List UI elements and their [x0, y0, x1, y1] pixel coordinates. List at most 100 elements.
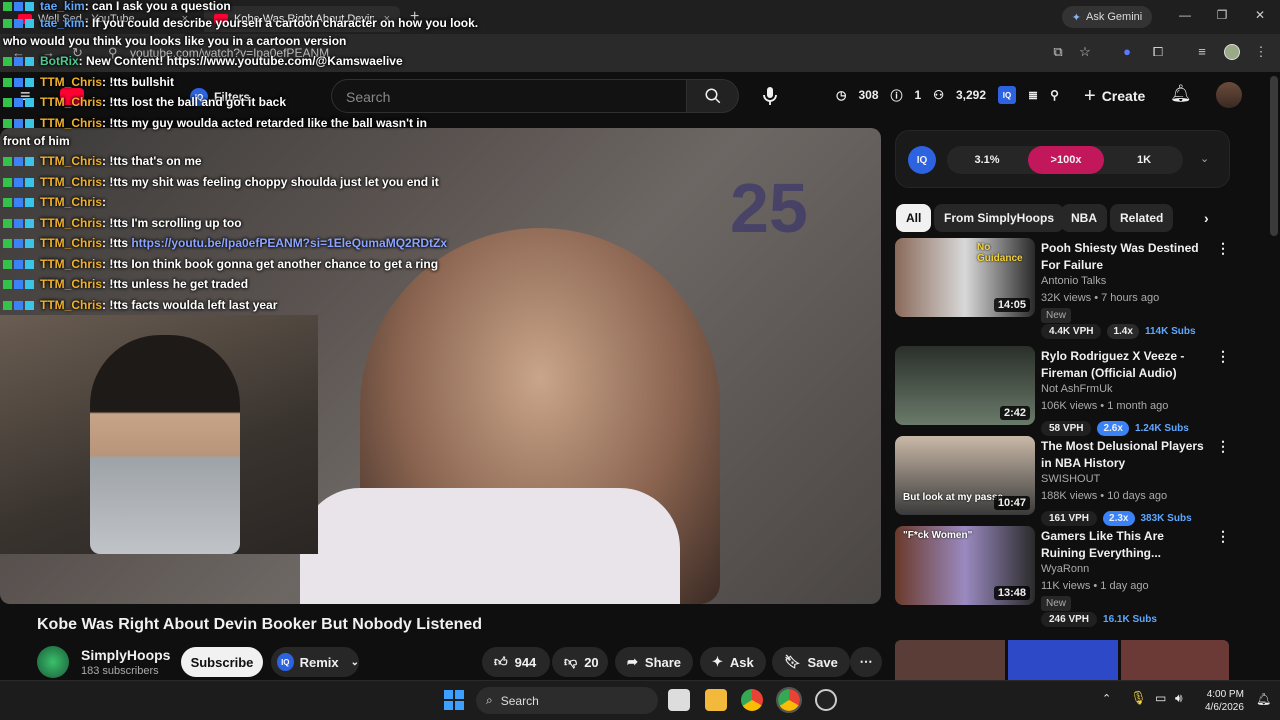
volume-icon[interactable]: 🔊︎ [1175, 691, 1183, 706]
extension-icon[interactable]: ● [1118, 44, 1136, 62]
page-scrollbar[interactable] [1270, 76, 1278, 236]
close-window-button[interactable]: ✕ [1250, 8, 1270, 22]
related-title[interactable]: Gamers Like This Are Ruining Everything.… [1041, 528, 1211, 562]
channel-avatar[interactable] [37, 646, 69, 678]
chat-username: TTM_Chris [40, 95, 103, 109]
bookmark-star-icon[interactable]: ☆ [1076, 44, 1094, 62]
minimize-button[interactable]: — [1175, 8, 1195, 22]
file-explorer-icon[interactable] [705, 689, 727, 711]
more-options-icon[interactable]: ⋮ [1216, 348, 1230, 365]
dislike-button[interactable]: 👎︎ 20 [552, 647, 608, 677]
chat-link[interactable]: https://youtu.be/Ipa0efPEANM?si=1EleQuma… [131, 236, 447, 250]
chip-related[interactable]: Related [1110, 204, 1174, 232]
chrome-icon[interactable] [741, 689, 763, 711]
chevron-up-icon[interactable]: ⌃ [1102, 692, 1111, 705]
more-menu-icon[interactable]: ⋮ [1252, 44, 1270, 62]
save-button[interactable]: 🔖︎ Save [772, 647, 850, 677]
puzzle-extensions-icon[interactable]: ⧠ [1149, 44, 1167, 62]
related-title[interactable]: The Most Delusional Players in NBA Histo… [1041, 438, 1211, 472]
channel-name[interactable]: SimplyHoops [81, 647, 170, 663]
chat-message: TTM_Chris: !tts my guy woulda acted reta… [3, 117, 427, 129]
more-options-icon[interactable]: ⋮ [1216, 240, 1230, 257]
related-thumbnail[interactable]: 2:42 [895, 346, 1035, 425]
related-title[interactable]: Pooh Shiesty Was Destined For Failure [1041, 240, 1211, 274]
chrome-active-icon[interactable] [776, 687, 802, 713]
streamer-figure [90, 335, 240, 554]
network-icon[interactable]: ▭ [1155, 691, 1166, 705]
search-input[interactable]: Search [331, 79, 687, 113]
multiplier-badge: 2.6x [1097, 421, 1129, 436]
video-title: Kobe Was Right About Devin Booker But No… [37, 616, 483, 633]
microphone-icon[interactable]: 🎙︎ [1130, 690, 1147, 706]
share-button[interactable]: ➦ Share [615, 647, 694, 677]
store-icon[interactable] [668, 689, 690, 711]
cast-icon[interactable]: ⧉ [1049, 44, 1067, 62]
rocket-icon[interactable]: ⚲ [1050, 88, 1059, 102]
create-button[interactable]: + Create [1084, 80, 1152, 112]
related-title[interactable]: Rylo Rodriguez X Veeze - Fireman (Offici… [1041, 348, 1211, 382]
chat-username: BotRix [40, 54, 79, 68]
partial-thumbnail[interactable] [1008, 640, 1118, 680]
windows-start-icon[interactable] [444, 690, 464, 710]
chat-text: : !tts my shit was feeling choppy should… [102, 175, 439, 189]
search-button[interactable] [687, 79, 739, 113]
taskbar-clock[interactable]: 4:00 PM 4/6/2026 [1205, 688, 1244, 714]
chat-text: : !tts lost the ball and got it back [102, 95, 287, 109]
related-channel[interactable]: Antonio Talks [1041, 275, 1106, 287]
related-stats-row: 246 VPH 16.1K Subs [1041, 612, 1157, 627]
partial-thumbnail[interactable] [895, 640, 1005, 680]
taskbar-search[interactable]: ⌕ Search [476, 687, 658, 714]
voice-search-button[interactable] [752, 79, 788, 113]
related-channel[interactable]: WyaRonn [1041, 563, 1089, 575]
account-avatar[interactable] [1216, 82, 1242, 108]
obs-icon[interactable] [815, 689, 837, 711]
chip-nba[interactable]: NBA [1061, 204, 1107, 232]
chat-badge-icon [14, 19, 23, 29]
like-button[interactable]: 👍︎ 944 [482, 647, 550, 677]
related-thumbnail[interactable]: But look at my passe 10:47 [895, 436, 1035, 515]
related-channel[interactable]: Not AshFrmUk [1041, 383, 1113, 395]
chat-badge-icon [25, 78, 34, 88]
chevron-right-icon[interactable]: › [1204, 210, 1209, 226]
ask-button[interactable]: ✦ Ask [700, 647, 766, 677]
related-thumbnail[interactable]: "F*ck Women" 13:48 [895, 526, 1035, 605]
chip-from-channel[interactable]: From SimplyHoops [934, 204, 1065, 232]
iq-extension-icon[interactable]: IQ [998, 86, 1017, 104]
ask-gemini-label: Ask Gemini [1085, 11, 1143, 23]
partial-thumbnail[interactable] [1121, 640, 1229, 680]
chat-message: TTM_Chris: !tts my shit was feeling chop… [3, 176, 439, 188]
related-channel[interactable]: SWISHOUT [1041, 473, 1100, 485]
video-player[interactable]: 25 [0, 128, 881, 604]
remix-button[interactable]: IQ Remix ⌄ [271, 647, 359, 677]
sparkle-icon: ✦ [712, 654, 723, 669]
more-options-icon[interactable]: ⋮ [1216, 528, 1230, 545]
ask-gemini-button[interactable]: ✦ Ask Gemini [1062, 6, 1152, 28]
notifications-bell-icon[interactable]: 🔔︎ [1170, 84, 1192, 104]
reading-list-icon[interactable]: ≡ [1193, 44, 1211, 62]
chat-text: front of him [3, 134, 70, 148]
list-icon[interactable]: ≣ [1028, 88, 1038, 102]
related-thumbnail[interactable]: No Guidance 14:05 [895, 238, 1035, 317]
more-actions-button[interactable]: ⋯ [850, 647, 882, 677]
maximize-button[interactable]: ❐ [1212, 8, 1232, 22]
stat-subs: 3,292 [955, 88, 987, 102]
chat-text: : If you could describe yourself a carto… [84, 16, 479, 30]
iq-segment-percent[interactable]: 3.1% [949, 146, 1025, 174]
more-options-icon[interactable]: ⋮ [1216, 438, 1230, 455]
iq-segment-views[interactable]: 1K [1106, 146, 1182, 174]
chat-badge-icon [14, 239, 23, 249]
chip-all[interactable]: All [896, 204, 932, 232]
chat-message: who would you think you looks like you i… [3, 35, 346, 47]
chevron-down-icon[interactable]: ⌄ [1200, 152, 1209, 165]
chat-badge-icon [25, 280, 34, 290]
chat-text: : [102, 195, 107, 209]
profile-avatar-icon[interactable] [1224, 44, 1240, 60]
video-duration: 10:47 [993, 496, 1030, 510]
chat-text: : !tts my guy woulda acted retarded like… [102, 116, 427, 130]
notification-icon[interactable]: 🔔︎ [1256, 692, 1271, 706]
subscribe-button[interactable]: Subscribe [181, 647, 263, 677]
thumbs-up-icon: 👍︎ [494, 654, 508, 669]
chat-badge-icon [14, 301, 23, 311]
chevron-down-icon[interactable]: ⌄ [351, 657, 359, 668]
iq-segment-multiplier[interactable]: >100x [1028, 146, 1104, 174]
